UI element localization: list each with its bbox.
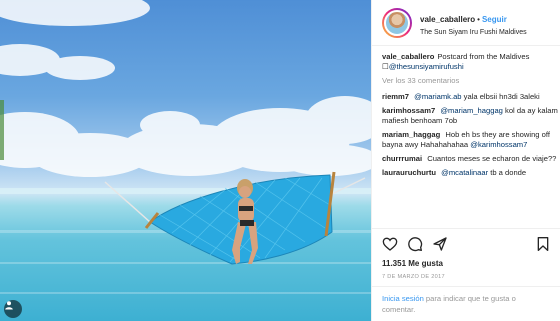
bookmark-icon[interactable]	[535, 236, 551, 252]
post-date[interactable]: 7 DE MARZO DE 2017	[382, 274, 551, 280]
comment-text: Cuantos meses se echaron de viaje??	[427, 154, 557, 163]
post-header: vale_caballero • Seguir The Sun Siyam Iru …	[372, 0, 560, 46]
comment-mention[interactable]: @karimhossam7	[470, 140, 527, 149]
location-link[interactable]: The Sun Siyam Iru Fushi Maldives	[420, 29, 527, 37]
caption-mention[interactable]: @thesunsiyamirufushi	[389, 62, 464, 71]
login-link[interactable]: Inicia sesión	[382, 294, 424, 303]
comment-item: mariam_haggag Hob eh bs they are showing…	[382, 130, 558, 150]
post-side-panel: vale_caballero • Seguir The Sun Siyam Iru …	[371, 0, 560, 321]
comment-username[interactable]: mariam_haggag	[382, 130, 440, 139]
caption-username[interactable]: vale_caballero	[382, 52, 434, 61]
comment-mention[interactable]: @mariamk.ab	[414, 92, 461, 101]
action-icons-row	[382, 235, 551, 253]
header-username[interactable]: vale_caballero	[420, 15, 475, 24]
comment-username[interactable]: churrrumai	[382, 154, 422, 163]
avatar-image	[384, 9, 410, 36]
header-text: vale_caballero • Seguir The Sun Siyam Iru …	[420, 8, 527, 38]
comment-icon[interactable]	[407, 236, 423, 252]
comment-item: karimhossam7 @mariam_haggag kol da ay ka…	[382, 106, 558, 126]
beach-hammock-image	[0, 0, 371, 294]
comment-username[interactable]: laurauruchurtu	[382, 168, 436, 177]
comment-text: tb a donde	[490, 168, 527, 177]
caption-emoji: ☐	[382, 62, 389, 71]
comment-item: churrrumai Cuantos meses se echaron de v…	[382, 154, 558, 164]
heart-icon[interactable]	[382, 236, 398, 252]
comment-item: laurauruchurtu @mcatalinaar tb a donde	[382, 168, 558, 178]
view-all-comments-link[interactable]: Ver los 33 comentarios	[382, 76, 558, 86]
comment-username[interactable]: riemm7	[382, 92, 409, 101]
comment-item: riemm7 @mariamk.ab yala elbsii hn3di 3al…	[382, 92, 558, 102]
avatar[interactable]	[382, 7, 412, 38]
comment-mention[interactable]: @mcatalinaar	[441, 168, 488, 177]
post-photo[interactable]	[0, 0, 371, 321]
follow-button[interactable]: Seguir	[482, 15, 507, 24]
comment-text: yala elbsii hn3di 3aleki	[463, 92, 540, 101]
comment-mention[interactable]: @mariam_haggag	[440, 106, 503, 115]
likes-label: Me gusta	[408, 259, 443, 268]
login-prompt: Inicia sesión para indicar que te gusta …	[372, 286, 560, 321]
comments-list: vale_caballero Postcard from the Maldives…	[382, 52, 558, 232]
user-tag-icon[interactable]	[4, 300, 22, 318]
caption-text: Postcard from the Maldives	[437, 52, 530, 61]
header-separator: •	[477, 14, 480, 24]
caption: vale_caballero Postcard from the Maldives…	[382, 52, 558, 72]
share-icon[interactable]	[432, 236, 448, 252]
likes-number: 11.351	[382, 259, 407, 268]
comment-username[interactable]: karimhossam7	[382, 106, 435, 115]
post-actions: 11.351 Me gusta 7 DE MARZO DE 2017	[372, 228, 560, 288]
likes-count[interactable]: 11.351 Me gusta	[382, 259, 551, 268]
